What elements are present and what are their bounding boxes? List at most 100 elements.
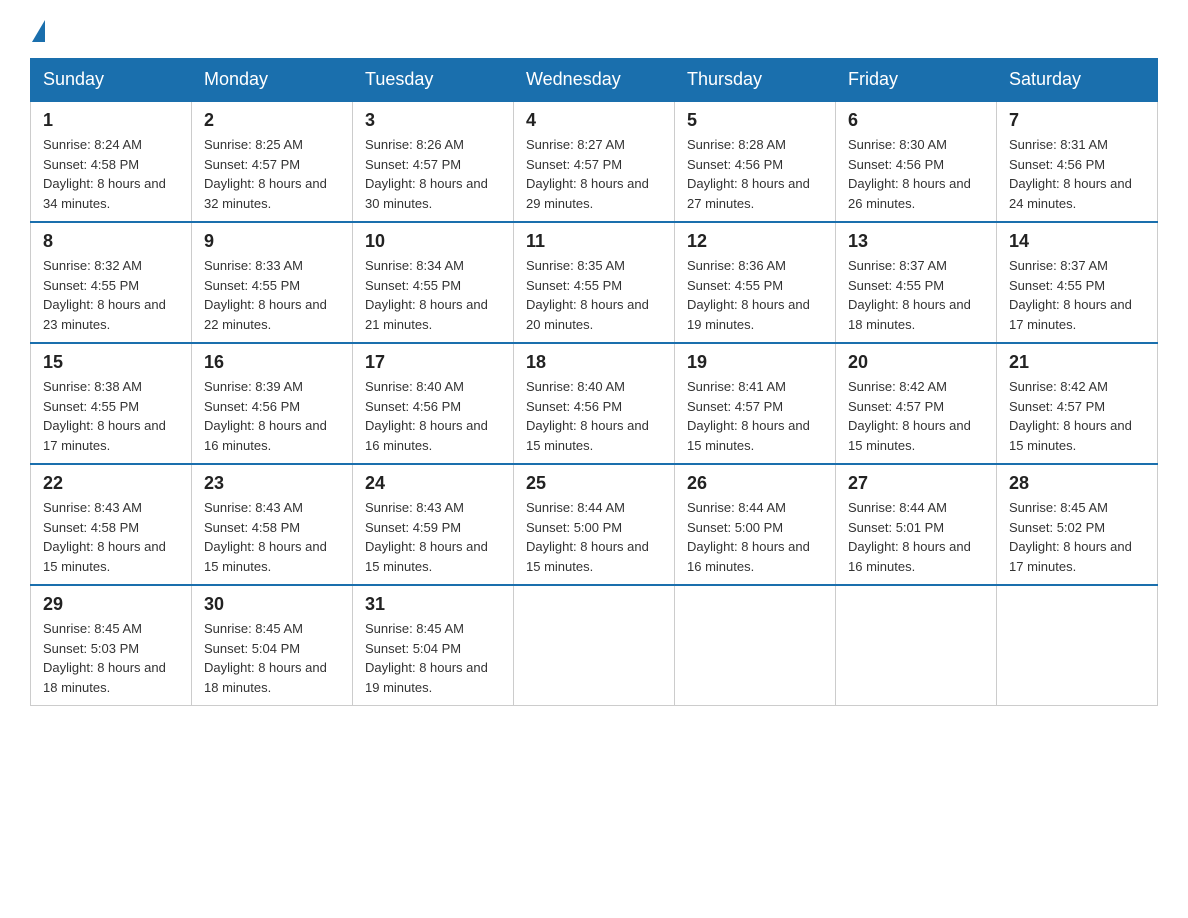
calendar-cell: 1 Sunrise: 8:24 AMSunset: 4:58 PMDaylight… xyxy=(31,101,192,222)
day-info: Sunrise: 8:24 AMSunset: 4:58 PMDaylight:… xyxy=(43,135,179,213)
day-number: 17 xyxy=(365,352,501,373)
day-number: 6 xyxy=(848,110,984,131)
day-info: Sunrise: 8:26 AMSunset: 4:57 PMDaylight:… xyxy=(365,135,501,213)
calendar-cell: 24 Sunrise: 8:43 AMSunset: 4:59 PMDayligh… xyxy=(353,464,514,585)
calendar-cell: 14Sunrise: 8:37 AMSunset: 4:55 PMDayligh… xyxy=(997,222,1158,343)
calendar-cell: 29Sunrise: 8:45 AMSunset: 5:03 PMDayligh… xyxy=(31,585,192,706)
day-number: 30 xyxy=(204,594,340,615)
day-number: 14 xyxy=(1009,231,1145,252)
calendar-cell: 19 Sunrise: 8:41 AMSunset: 4:57 PMDayligh… xyxy=(675,343,836,464)
day-number: 28 xyxy=(1009,473,1145,494)
day-number: 29 xyxy=(43,594,179,615)
day-number: 19 xyxy=(687,352,823,373)
day-info: Sunrise: 8:38 AMSunset: 4:55 PMDaylight:… xyxy=(43,377,179,455)
day-number: 26 xyxy=(687,473,823,494)
calendar-cell: 4Sunrise: 8:27 AMSunset: 4:57 PMDaylight… xyxy=(514,101,675,222)
calendar-week-row: 8 Sunrise: 8:32 AMSunset: 4:55 PMDaylight… xyxy=(31,222,1158,343)
day-number: 9 xyxy=(204,231,340,252)
day-number: 13 xyxy=(848,231,984,252)
logo xyxy=(30,20,45,38)
day-number: 10 xyxy=(365,231,501,252)
logo-triangle-icon xyxy=(32,20,45,42)
day-info: Sunrise: 8:45 AMSunset: 5:02 PMDaylight:… xyxy=(1009,498,1145,576)
day-info: Sunrise: 8:44 AMSunset: 5:01 PMDaylight:… xyxy=(848,498,984,576)
day-info: Sunrise: 8:30 AMSunset: 4:56 PMDaylight:… xyxy=(848,135,984,213)
day-number: 7 xyxy=(1009,110,1145,131)
calendar-cell: 15 Sunrise: 8:38 AMSunset: 4:55 PMDayligh… xyxy=(31,343,192,464)
day-number: 11 xyxy=(526,231,662,252)
calendar-week-row: 1 Sunrise: 8:24 AMSunset: 4:58 PMDaylight… xyxy=(31,101,1158,222)
day-number: 23 xyxy=(204,473,340,494)
day-info: Sunrise: 8:36 AMSunset: 4:55 PMDaylight:… xyxy=(687,256,823,334)
day-number: 25 xyxy=(526,473,662,494)
calendar-cell: 8 Sunrise: 8:32 AMSunset: 4:55 PMDaylight… xyxy=(31,222,192,343)
calendar-cell: 27 Sunrise: 8:44 AMSunset: 5:01 PMDayligh… xyxy=(836,464,997,585)
day-info: Sunrise: 8:42 AMSunset: 4:57 PMDaylight:… xyxy=(1009,377,1145,455)
weekday-header-sunday: Sunday xyxy=(31,59,192,102)
day-info: Sunrise: 8:35 AMSunset: 4:55 PMDaylight:… xyxy=(526,256,662,334)
weekday-header-saturday: Saturday xyxy=(997,59,1158,102)
day-info: Sunrise: 8:31 AMSunset: 4:56 PMDaylight:… xyxy=(1009,135,1145,213)
calendar-cell: 28 Sunrise: 8:45 AMSunset: 5:02 PMDayligh… xyxy=(997,464,1158,585)
day-number: 15 xyxy=(43,352,179,373)
day-info: Sunrise: 8:44 AMSunset: 5:00 PMDaylight:… xyxy=(687,498,823,576)
day-number: 12 xyxy=(687,231,823,252)
calendar-cell xyxy=(997,585,1158,706)
day-info: Sunrise: 8:42 AMSunset: 4:57 PMDaylight:… xyxy=(848,377,984,455)
weekday-header-tuesday: Tuesday xyxy=(353,59,514,102)
calendar-week-row: 22 Sunrise: 8:43 AMSunset: 4:58 PMDayligh… xyxy=(31,464,1158,585)
day-number: 16 xyxy=(204,352,340,373)
calendar-cell: 17 Sunrise: 8:40 AMSunset: 4:56 PMDayligh… xyxy=(353,343,514,464)
calendar-week-row: 15 Sunrise: 8:38 AMSunset: 4:55 PMDayligh… xyxy=(31,343,1158,464)
calendar-cell: 2Sunrise: 8:25 AMSunset: 4:57 PMDaylight… xyxy=(192,101,353,222)
day-info: Sunrise: 8:37 AMSunset: 4:55 PMDaylight:… xyxy=(848,256,984,334)
calendar-cell xyxy=(836,585,997,706)
day-number: 1 xyxy=(43,110,179,131)
calendar-cell: 3 Sunrise: 8:26 AMSunset: 4:57 PMDaylight… xyxy=(353,101,514,222)
calendar-cell: 7 Sunrise: 8:31 AMSunset: 4:56 PMDaylight… xyxy=(997,101,1158,222)
page-header xyxy=(30,20,1158,38)
day-info: Sunrise: 8:40 AMSunset: 4:56 PMDaylight:… xyxy=(526,377,662,455)
day-number: 3 xyxy=(365,110,501,131)
day-info: Sunrise: 8:33 AMSunset: 4:55 PMDaylight:… xyxy=(204,256,340,334)
day-number: 5 xyxy=(687,110,823,131)
day-number: 22 xyxy=(43,473,179,494)
day-info: Sunrise: 8:34 AMSunset: 4:55 PMDaylight:… xyxy=(365,256,501,334)
day-number: 18 xyxy=(526,352,662,373)
day-number: 21 xyxy=(1009,352,1145,373)
calendar-cell: 13 Sunrise: 8:37 AMSunset: 4:55 PMDayligh… xyxy=(836,222,997,343)
calendar-cell: 18 Sunrise: 8:40 AMSunset: 4:56 PMDayligh… xyxy=(514,343,675,464)
day-number: 24 xyxy=(365,473,501,494)
calendar-cell: 11 Sunrise: 8:35 AMSunset: 4:55 PMDayligh… xyxy=(514,222,675,343)
day-number: 20 xyxy=(848,352,984,373)
day-number: 31 xyxy=(365,594,501,615)
calendar-cell: 9 Sunrise: 8:33 AMSunset: 4:55 PMDaylight… xyxy=(192,222,353,343)
calendar-table: SundayMondayTuesdayWednesdayThursdayFrid… xyxy=(30,58,1158,706)
day-info: Sunrise: 8:41 AMSunset: 4:57 PMDaylight:… xyxy=(687,377,823,455)
calendar-cell: 26 Sunrise: 8:44 AMSunset: 5:00 PMDayligh… xyxy=(675,464,836,585)
calendar-cell: 23 Sunrise: 8:43 AMSunset: 4:58 PMDayligh… xyxy=(192,464,353,585)
day-info: Sunrise: 8:44 AMSunset: 5:00 PMDaylight:… xyxy=(526,498,662,576)
calendar-cell: 10 Sunrise: 8:34 AMSunset: 4:55 PMDayligh… xyxy=(353,222,514,343)
weekday-header-friday: Friday xyxy=(836,59,997,102)
day-info: Sunrise: 8:43 AMSunset: 4:58 PMDaylight:… xyxy=(204,498,340,576)
calendar-cell: 31Sunrise: 8:45 AMSunset: 5:04 PMDayligh… xyxy=(353,585,514,706)
day-info: Sunrise: 8:43 AMSunset: 4:59 PMDaylight:… xyxy=(365,498,501,576)
calendar-cell: 12 Sunrise: 8:36 AMSunset: 4:55 PMDayligh… xyxy=(675,222,836,343)
calendar-cell xyxy=(514,585,675,706)
day-number: 27 xyxy=(848,473,984,494)
weekday-header-wednesday: Wednesday xyxy=(514,59,675,102)
day-number: 4 xyxy=(526,110,662,131)
day-info: Sunrise: 8:28 AMSunset: 4:56 PMDaylight:… xyxy=(687,135,823,213)
calendar-cell: 30Sunrise: 8:45 AMSunset: 5:04 PMDayligh… xyxy=(192,585,353,706)
calendar-header-row: SundayMondayTuesdayWednesdayThursdayFrid… xyxy=(31,59,1158,102)
day-info: Sunrise: 8:32 AMSunset: 4:55 PMDaylight:… xyxy=(43,256,179,334)
calendar-cell: 6 Sunrise: 8:30 AMSunset: 4:56 PMDaylight… xyxy=(836,101,997,222)
day-number: 8 xyxy=(43,231,179,252)
calendar-cell: 20 Sunrise: 8:42 AMSunset: 4:57 PMDayligh… xyxy=(836,343,997,464)
weekday-header-monday: Monday xyxy=(192,59,353,102)
day-info: Sunrise: 8:40 AMSunset: 4:56 PMDaylight:… xyxy=(365,377,501,455)
day-info: Sunrise: 8:39 AMSunset: 4:56 PMDaylight:… xyxy=(204,377,340,455)
day-number: 2 xyxy=(204,110,340,131)
calendar-cell xyxy=(675,585,836,706)
